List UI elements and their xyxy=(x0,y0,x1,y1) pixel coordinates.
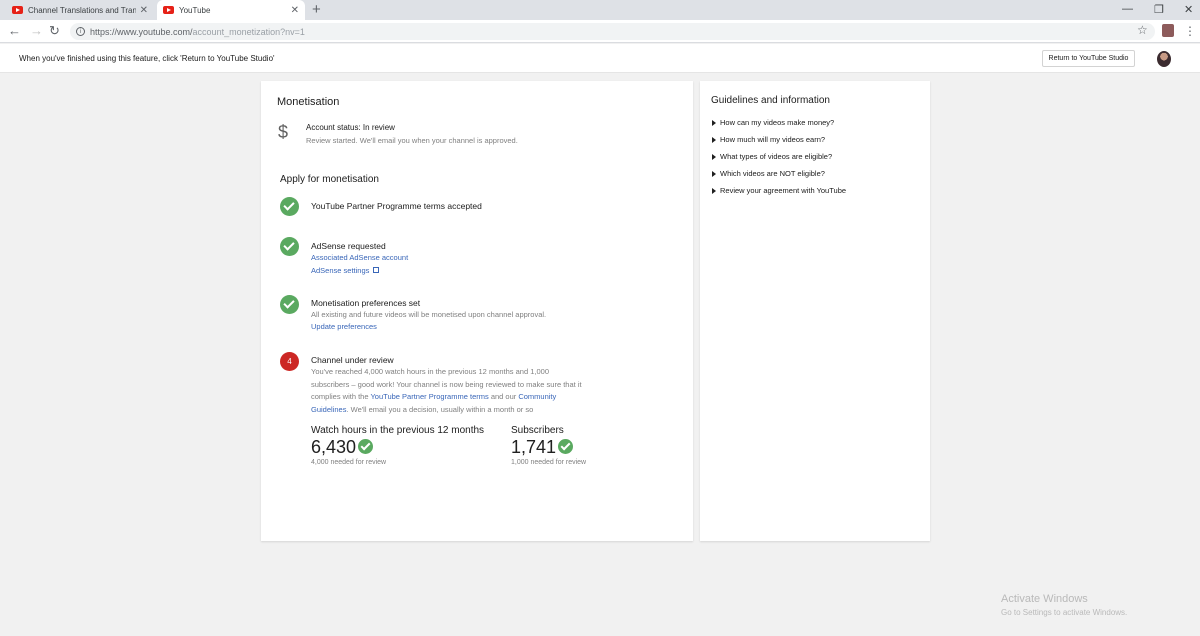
watch-hours-value: 6,430 xyxy=(311,437,357,457)
guideline-label: Which videos are NOT eligible? xyxy=(720,169,825,178)
desc-line: You've reached 4,000 watch hours in the … xyxy=(311,367,549,376)
desc-text: . We'll email you a decision, usually wi… xyxy=(346,404,534,414)
notice-text: When you've finished using this feature,… xyxy=(19,54,275,63)
guidelines-link[interactable]: Guidelines xyxy=(311,405,346,414)
tab-title: YouTube xyxy=(179,5,211,15)
partner-terms-link[interactable]: YouTube Partner Programme terms xyxy=(370,392,488,401)
guideline-label: How can my videos make money? xyxy=(720,118,835,127)
new-tab-icon[interactable]: + xyxy=(312,1,321,18)
url-path: account_monetization?nv=1 xyxy=(192,26,305,37)
check-icon xyxy=(280,197,299,216)
guideline-label: How much will my videos earn? xyxy=(720,135,826,144)
info-icon[interactable]: i xyxy=(76,27,85,36)
desc-line: Guidelines. We'll email you a decision, … xyxy=(311,404,582,417)
avatar[interactable] xyxy=(1157,51,1171,67)
step-title: Monetisation preferences set xyxy=(311,298,421,308)
check-icon xyxy=(358,439,373,454)
address-bar[interactable]: i https://www.youtube.com/account_moneti… xyxy=(70,23,1155,40)
youtube-favicon-icon xyxy=(163,6,174,14)
external-link-icon xyxy=(373,267,380,273)
subscribers-label: Subscribers xyxy=(511,425,564,436)
guideline-item[interactable]: How can my videos make money? xyxy=(712,118,834,127)
expand-arrow-icon xyxy=(712,153,716,160)
url-base: https://www.youtube.com/ xyxy=(90,26,193,37)
guidelines-title: Guidelines and information xyxy=(711,95,830,106)
guideline-item[interactable]: Which videos are NOT eligible? xyxy=(712,169,825,178)
expand-arrow-icon xyxy=(712,170,716,177)
expand-arrow-icon xyxy=(712,187,716,194)
activate-windows-subtitle: Go to Settings to activate Windows. xyxy=(1001,608,1128,617)
apply-heading: Apply for monetisation xyxy=(280,174,379,185)
dollar-icon: $ xyxy=(278,122,289,142)
close-icon[interactable]: ✕ xyxy=(140,5,148,16)
tab-title: Channel Translations and Transcr xyxy=(28,5,136,15)
step-description: All existing and future videos will be m… xyxy=(311,310,547,319)
guidelines-card xyxy=(700,81,930,541)
associated-adsense-link[interactable]: Associated AdSense account xyxy=(311,253,408,262)
check-icon xyxy=(280,295,299,314)
activate-windows-title: Activate Windows xyxy=(1001,593,1088,605)
minimize-icon[interactable]: — xyxy=(1122,3,1133,15)
page-title: Monetisation xyxy=(277,96,340,108)
browser-tab[interactable]: Channel Translations and Transcr ✕ xyxy=(6,0,154,20)
subscribers-sub: 1,000 needed for review xyxy=(511,459,587,466)
restore-icon[interactable]: ❐ xyxy=(1154,3,1164,16)
forward-icon[interactable]: → xyxy=(30,23,43,38)
guideline-label: What types of videos are eligible? xyxy=(720,152,833,161)
close-icon[interactable]: ✕ xyxy=(291,5,299,16)
community-link[interactable]: Community xyxy=(518,392,556,401)
guideline-label: Review your agreement with YouTube xyxy=(720,186,847,195)
youtube-favicon-icon xyxy=(12,6,23,14)
guideline-item[interactable]: What types of videos are eligible? xyxy=(712,152,832,161)
adsense-settings-link[interactable]: AdSense settings xyxy=(311,266,380,275)
adsense-settings-label: AdSense settings xyxy=(311,266,370,275)
step-title: YouTube Partner Programme terms accepted xyxy=(311,201,482,211)
reload-icon[interactable]: ↻ xyxy=(49,23,60,39)
check-icon xyxy=(558,439,573,454)
expand-arrow-icon xyxy=(712,136,716,143)
check-icon xyxy=(280,237,299,256)
guideline-item[interactable]: How much will my videos earn? xyxy=(712,135,825,144)
back-icon[interactable]: ← xyxy=(8,23,21,38)
step-title: AdSense requested xyxy=(311,241,386,251)
browser-toolbar: ← → ↻ i https://www.youtube.com/account_… xyxy=(0,20,1200,43)
extension-icon[interactable] xyxy=(1162,24,1174,37)
browser-tab-strip: Channel Translations and Transcr ✕ YouTu… xyxy=(0,0,1200,20)
account-status-title: Account status: In review xyxy=(306,123,395,132)
desc-line: subscribers – good work! Your channel is… xyxy=(311,379,582,389)
update-preferences-link[interactable]: Update preferences xyxy=(311,322,377,331)
expand-arrow-icon xyxy=(712,119,716,126)
desc-text: complies with the xyxy=(311,392,371,401)
subscribers-value: 1,741 xyxy=(511,437,557,457)
bookmark-star-icon[interactable]: ☆ xyxy=(1137,23,1148,37)
step-title: Channel under review xyxy=(311,355,394,365)
desc-text: and our xyxy=(488,392,519,401)
browser-tab-active[interactable]: YouTube ✕ xyxy=(157,0,305,20)
close-window-icon[interactable]: ✕ xyxy=(1184,3,1193,16)
step-number-badge: 4 xyxy=(280,352,299,371)
desc-line: complies with the YouTube Partner Progra… xyxy=(311,391,582,404)
notice-bar: When you've finished using this feature,… xyxy=(0,44,1200,73)
step-description: You've reached 4,000 watch hours in the … xyxy=(311,366,582,416)
watch-hours-sub: 4,000 needed for review xyxy=(311,459,387,466)
return-to-studio-button[interactable]: Return to YouTube Studio xyxy=(1042,50,1135,67)
account-status-subtitle: Review started. We'll email you when you… xyxy=(306,136,518,145)
menu-icon[interactable]: ⋮ xyxy=(1184,24,1196,38)
watch-hours-label: Watch hours in the previous 12 months xyxy=(311,425,485,436)
guideline-item[interactable]: Review your agreement with YouTube xyxy=(712,186,846,195)
